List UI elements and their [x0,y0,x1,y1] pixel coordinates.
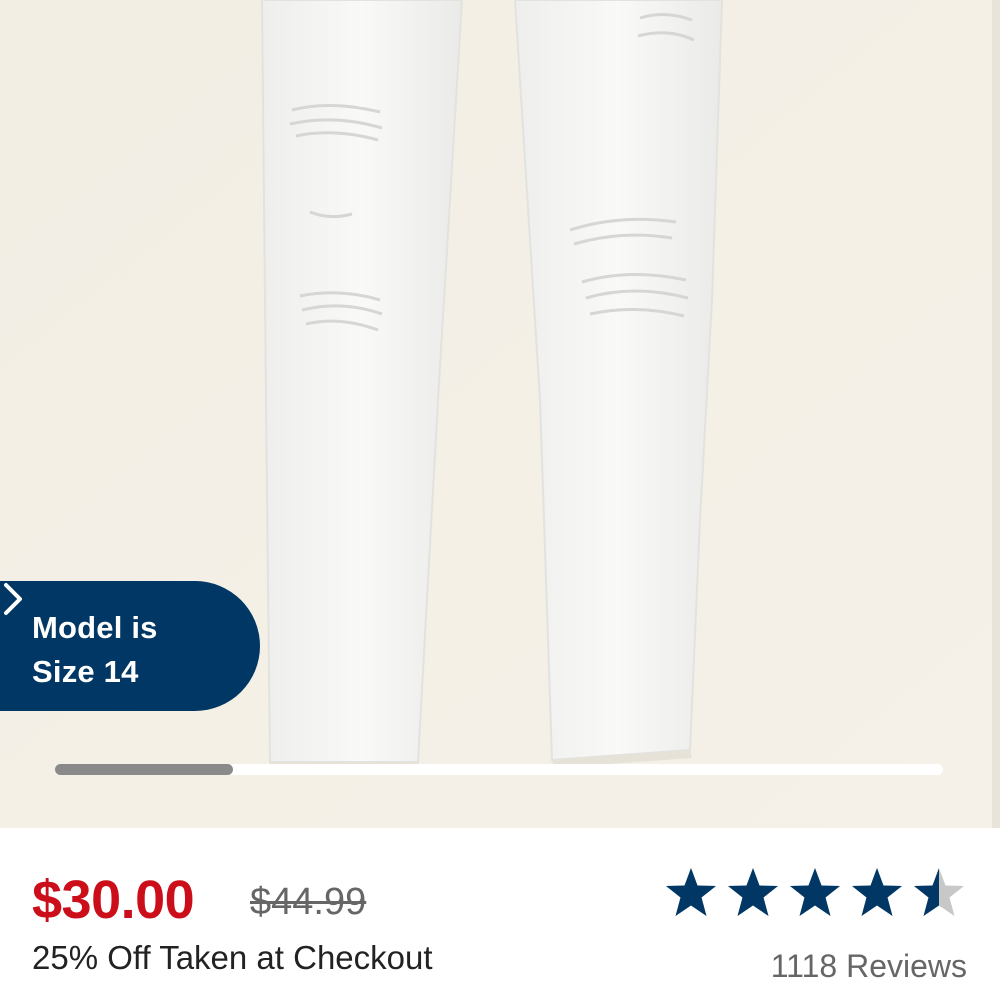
carousel-progress [55,764,943,775]
rating-stars[interactable] [664,866,974,928]
product-image[interactable]: Model is Size 14 [0,0,1000,828]
star-icon [914,868,964,916]
star-icon [852,868,902,916]
photo-edge [992,0,1000,828]
reviews-link[interactable]: 1118 Reviews [771,946,967,986]
star-icon [790,868,840,916]
star-icon [666,868,716,916]
original-price: $44.99 [250,881,367,923]
sale-price: $30.00 [32,870,195,930]
chevron-right-icon [4,583,22,615]
discount-text: 25% Off Taken at Checkout [32,939,433,976]
model-size-line1: Model is [32,610,158,645]
carousel-progress-fill [55,764,233,775]
model-size-line2: Size 14 [32,654,139,689]
model-size-button[interactable]: Model is Size 14 [0,581,260,711]
model-size-label: Model is Size 14 [32,606,158,694]
star-icon [728,868,778,916]
